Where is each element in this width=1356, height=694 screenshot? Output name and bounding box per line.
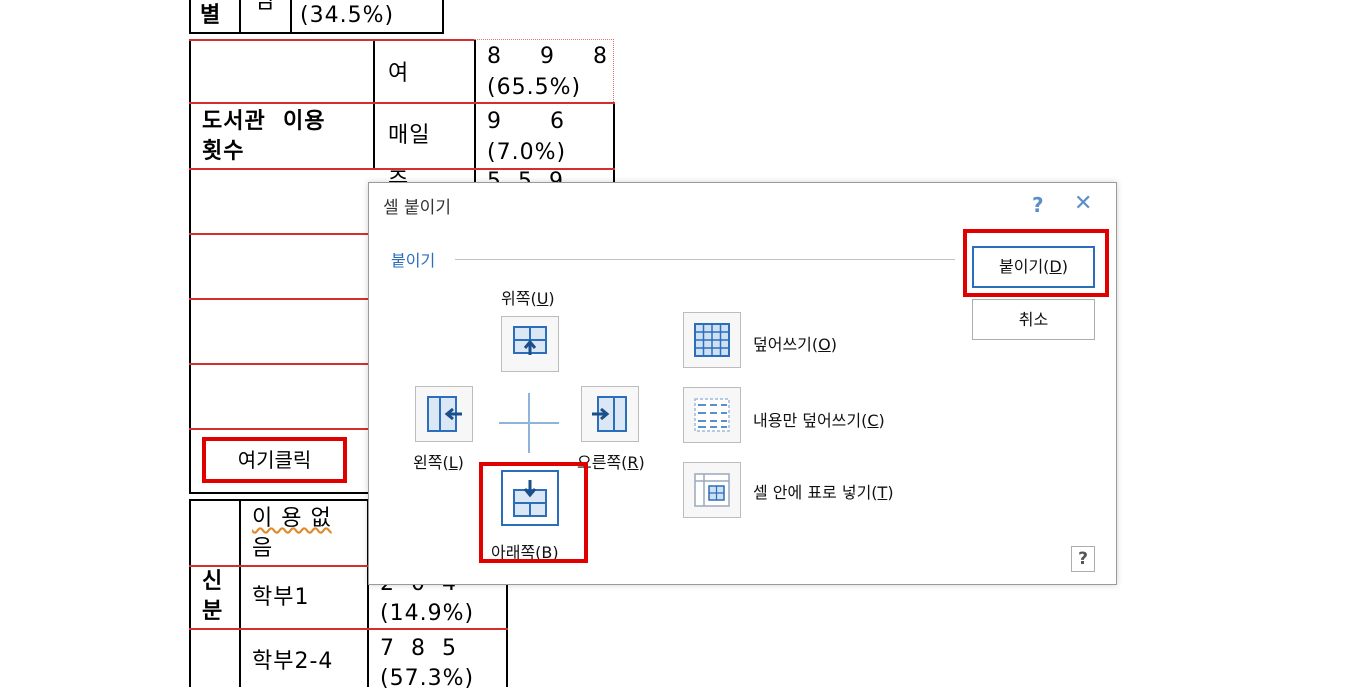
overwrite-option-button[interactable] bbox=[683, 312, 741, 368]
cell-library-label-2: 횟수 bbox=[202, 139, 245, 164]
cell-u1-pct: (14.9%) bbox=[380, 601, 475, 626]
overwrite-content-option-label[interactable]: 내용만 덮어쓰기(C) bbox=[753, 407, 885, 431]
cell-u24-count: 7 8 5 bbox=[380, 636, 457, 661]
nested-table-icon bbox=[694, 473, 730, 507]
cell-male-label: 남 bbox=[255, 0, 277, 14]
cell-female-count: 8 9 8 bbox=[487, 44, 623, 69]
table-grid-icon bbox=[694, 323, 730, 357]
paste-left-label: 왼쪽(L) bbox=[413, 453, 464, 472]
help-icon[interactable]: ? bbox=[1032, 193, 1044, 217]
paste-up-button[interactable] bbox=[501, 316, 559, 372]
cell-none-label-2: 음 bbox=[252, 536, 274, 561]
insert-above-icon bbox=[513, 326, 547, 355]
paste-button-highlight bbox=[963, 229, 1109, 297]
cell-daily-count: 9 6 bbox=[487, 109, 565, 134]
direction-cross bbox=[499, 393, 559, 453]
click-here-callout[interactable]: 여기클릭 bbox=[202, 437, 347, 483]
dialog-title: 셀 붙이기 bbox=[383, 198, 451, 218]
table-content-icon bbox=[694, 398, 730, 432]
insert-left-icon bbox=[427, 396, 462, 432]
paste-down-highlight bbox=[479, 462, 588, 563]
click-here-label: 여기클릭 bbox=[237, 448, 312, 472]
overwrite-content-option-button[interactable] bbox=[683, 387, 741, 443]
close-icon[interactable]: ✕ bbox=[1074, 191, 1092, 216]
section-divider bbox=[455, 259, 955, 260]
paste-right-button[interactable] bbox=[581, 386, 639, 442]
cancel-button[interactable]: 취소 bbox=[972, 299, 1095, 340]
overwrite-option-label[interactable]: 덮어쓰기(O) bbox=[753, 331, 837, 355]
cell-gender-label: 별 bbox=[200, 3, 222, 28]
cell-female-pct: (65.5%) bbox=[487, 75, 582, 100]
cell-daily-label: 매일 bbox=[388, 123, 431, 148]
cell-u24-pct: (57.3%) bbox=[380, 666, 475, 691]
cell-male-pct: (34.5%) bbox=[300, 3, 395, 28]
footer-help-icon[interactable]: ? bbox=[1071, 546, 1095, 572]
paste-left-button[interactable] bbox=[415, 386, 473, 442]
paste-up-label: 위쪽(U) bbox=[501, 289, 555, 308]
cell-status-label-2: 분 bbox=[202, 599, 224, 624]
cell-u24-label: 학부2-4 bbox=[252, 649, 334, 674]
insert-right-icon bbox=[592, 396, 627, 432]
cell-female-label: 여 bbox=[388, 61, 410, 86]
nested-table-option-label[interactable]: 셀 안에 표로 넣기(T) bbox=[753, 479, 894, 503]
cell-daily-pct: (7.0%) bbox=[487, 140, 567, 165]
cell-none-label-1: 이 용 없 bbox=[252, 506, 332, 531]
paste-section-label: 붙이기 bbox=[391, 251, 436, 270]
cell-u1-label: 학부1 bbox=[252, 585, 310, 610]
cell-library-label-1: 도서관 이용 bbox=[202, 109, 326, 134]
nested-table-option-button[interactable] bbox=[683, 462, 741, 518]
cell-status-label-1: 신 bbox=[202, 569, 224, 594]
